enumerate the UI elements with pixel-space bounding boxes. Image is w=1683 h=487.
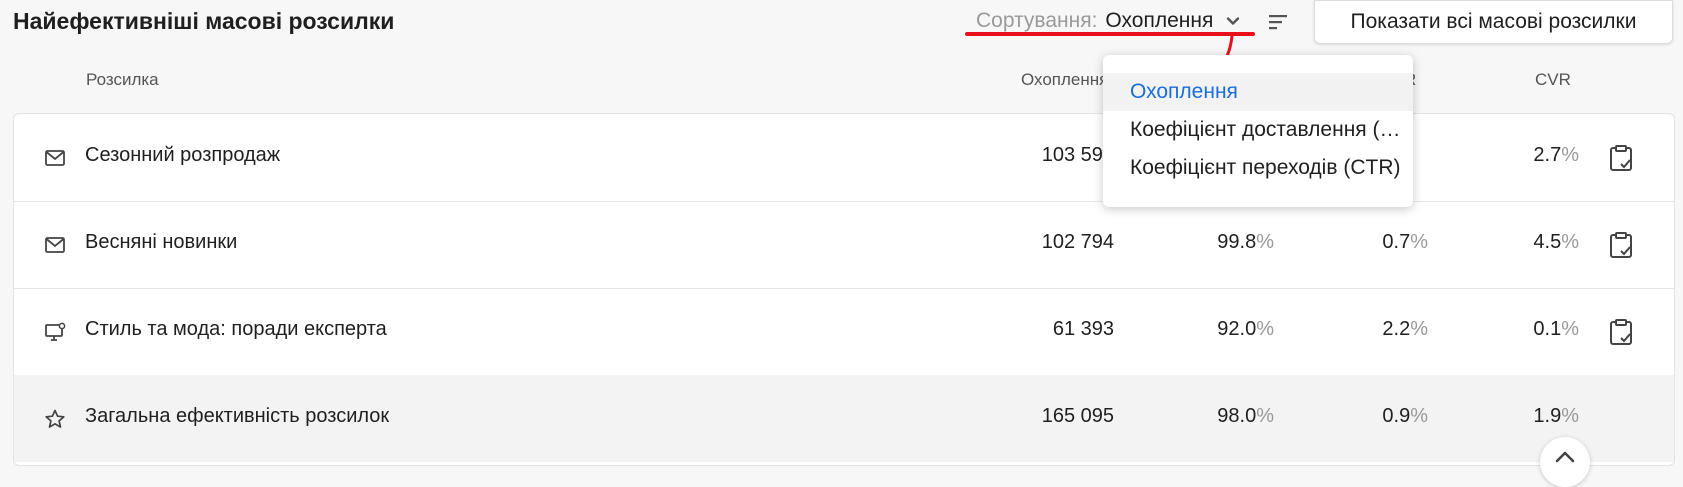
- cvr-value: 0.1%: [1533, 318, 1579, 340]
- cvr-value: 1.9%: [1533, 405, 1579, 427]
- sort-value[interactable]: Охоплення: [1105, 9, 1213, 33]
- sort-option-reach[interactable]: Охоплення: [1103, 73, 1413, 111]
- reach-value: 165 095: [1041, 405, 1114, 427]
- sort-label: Сортування:: [976, 9, 1098, 32]
- sort-option-delivery-rate[interactable]: Коефіцієнт доставлення (…: [1103, 111, 1413, 149]
- chevron-up-icon: [1555, 451, 1575, 463]
- sort-options-menu: Охоплення Коефіцієнт доставлення (… Коеф…: [1103, 55, 1413, 207]
- clipboard-check-icon[interactable]: [1608, 231, 1634, 259]
- cvr-value: 4.5%: [1533, 231, 1579, 253]
- mailings-table: Сезонний розпродаж 103 594 2.7% Весняні …: [13, 113, 1675, 466]
- delivery-value: 98.0%: [1217, 405, 1274, 427]
- ctr-value: 2.2%: [1382, 318, 1428, 340]
- clipboard-check-icon[interactable]: [1608, 318, 1634, 346]
- page-title: Найефективніші масові розсилки: [13, 8, 395, 34]
- table-row[interactable]: Стиль та мода: поради експерта 61 393 92…: [14, 288, 1674, 376]
- sort-option-ctr[interactable]: Коефіцієнт переходів (CTR): [1103, 149, 1413, 187]
- column-header-name: Розсилка: [86, 70, 159, 89]
- star-icon: [45, 409, 65, 428]
- table-row[interactable]: Весняні новинки 102 794 99.8% 0.7% 4.5%: [14, 201, 1674, 289]
- mailing-name[interactable]: Весняні новинки: [85, 231, 237, 254]
- mailing-name[interactable]: Стиль та мода: поради експерта: [85, 318, 387, 341]
- table-row[interactable]: Сезонний розпродаж 103 594 2.7%: [14, 114, 1674, 202]
- column-header-reach[interactable]: Охоплення: [1021, 70, 1108, 90]
- ctr-value: 0.9%: [1382, 405, 1428, 427]
- show-all-button[interactable]: Показати всі масові розсилки: [1314, 0, 1673, 44]
- clipboard-check-icon[interactable]: [1608, 144, 1634, 172]
- column-header-cvr[interactable]: CVR: [1535, 70, 1571, 90]
- delivery-value: 99.8%: [1217, 231, 1274, 253]
- total-label: Загальна ефективність розсилок: [85, 405, 390, 427]
- reach-value: 102 794: [1041, 231, 1114, 253]
- sort-order-icon[interactable]: [1268, 13, 1288, 31]
- chevron-down-icon[interactable]: [1225, 13, 1241, 29]
- mail-icon: [45, 150, 65, 166]
- reach-value: 61 393: [1052, 318, 1114, 340]
- delivery-value: 92.0%: [1217, 318, 1274, 340]
- monitor-user-icon: [45, 322, 66, 341]
- reach-value: 103 594: [1041, 144, 1114, 166]
- mailing-name[interactable]: Сезонний розпродаж: [85, 144, 280, 167]
- scroll-up-button[interactable]: [1540, 437, 1590, 487]
- ctr-value: 0.7%: [1382, 231, 1428, 253]
- sort-dropdown[interactable]: Сортування: Охоплення: [976, 9, 1241, 33]
- total-row: Загальна ефективність розсилок 165 095 9…: [14, 375, 1674, 462]
- mail-icon: [45, 237, 65, 253]
- cvr-value: 2.7%: [1533, 144, 1579, 166]
